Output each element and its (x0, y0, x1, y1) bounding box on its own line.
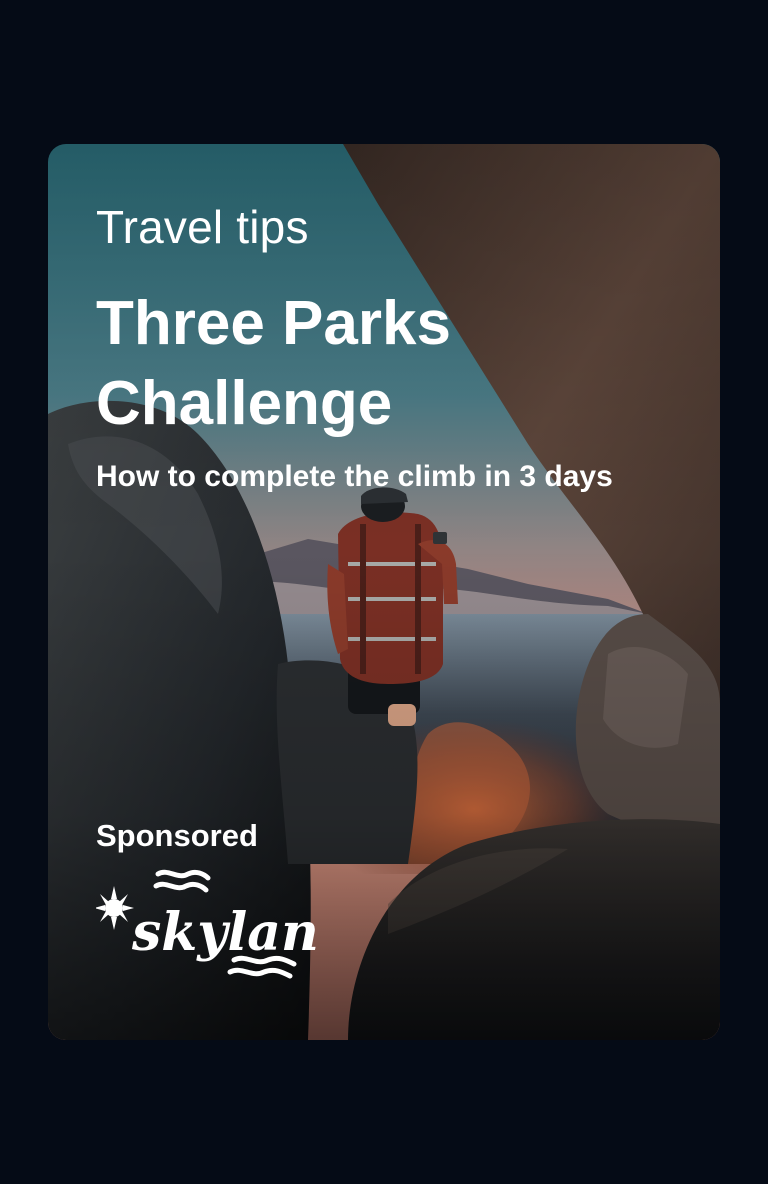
brand-wordmark: skyland (131, 902, 316, 963)
category-label: Travel tips (96, 201, 309, 253)
article-subtitle: How to complete the climb in 3 days (96, 460, 613, 493)
sponsored-article-card[interactable]: Travel tips Three Parks Challenge How to… (48, 144, 720, 1040)
sponsored-label: Sponsored (96, 818, 258, 853)
skyland-logo[interactable]: skyland (96, 868, 316, 994)
card-content: Travel tips Three Parks Challenge How to… (48, 144, 720, 1040)
article-title[interactable]: Three Parks Challenge (96, 284, 616, 444)
sun-burst-icon (96, 886, 134, 930)
